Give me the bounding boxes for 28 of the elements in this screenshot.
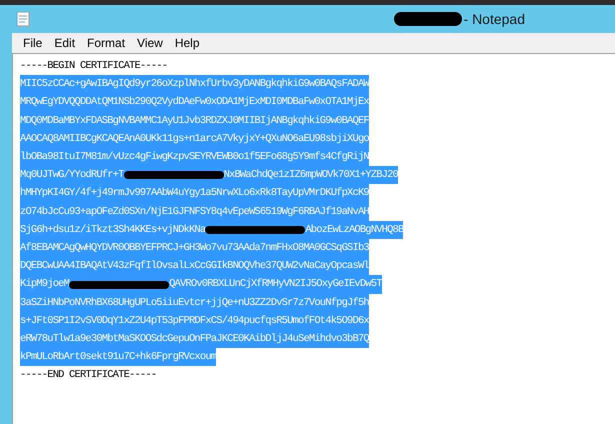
menu-item[interactable]: View: [133, 34, 167, 52]
certificate-header: -----BEGIN CERTIFICATE-----: [20, 60, 168, 72]
certificate-text: 3aSZiHNbPoNVRhBX68UHgUPLo5iiuEvtcr+jjQe+nU3ZZ2DvSr7z7VouNfpgJf5h: [20, 296, 369, 311]
certificate-text: eRW78uTlw1a9e30MbtMaSKOOSdcGepuOnFPaJKCE0KAibDljJ4uSeMihdvo3bB7Q: [20, 332, 369, 348]
certificate-text: zO74bJcCu93+apOFeZd0SXn/NjE1GJFNFSY8q4vEpeWS6519WgF6RBAJf19aNvAH: [20, 204, 369, 220]
menu-item[interactable]: File: [19, 34, 46, 52]
window-title: - Notepad: [464, 10, 525, 29]
certificate-text: Af8EBAMCAgQwHQYDVR0OBBYEFPRCJ+GH3Wo7vu73AAda7nmFHxO8MA0GCSqGSIb3: [20, 241, 369, 256]
menu-item[interactable]: Format: [83, 34, 130, 52]
certificate-text: NxBWaChdQe1zIZ6mpWOVk70X1+YZBJ20: [224, 168, 398, 184]
certificate-text: kPmULoRbArt0sekt91u7C+hk6FprgRVcxoum: [20, 350, 216, 366]
notepad-icon: [16, 11, 30, 27]
certificate-text: Mq0UJTwG/YYodRUfr+T: [20, 168, 124, 184]
certificate-text: QAVROv0RBXLUnCjXfRMHyVN2IJ5OxyGeIEvDw5T: [169, 277, 382, 292]
certificate-text: DQEBCwUAA4IBAQAtV43zFqfIlOvsalLxCcGGIkBNOQVhe37QUW2vNaCayOpcasWl: [20, 259, 369, 274]
menu-item[interactable]: Help: [170, 34, 204, 52]
menu-item[interactable]: Edit: [50, 34, 80, 52]
certificate-text: KipM9joeM: [20, 277, 70, 292]
certificate-text: SjG6h+dsu1z/iTkzt3Sh4KKEs+vjNDkKNa: [20, 222, 206, 238]
certificate-text: s+JFt0SP1I2vSV0DqY1xZ2U4pT53pFPRDFxCS/494pucfqsR5UmofFOt4k5O9D6x: [20, 314, 369, 329]
certificate-text: MRQwEgYDVQQDDAtQM1NSb290Q2VydDAeFw0xODA1MjExMDI0MDBaFw0xOTA1MjEx: [20, 95, 369, 110]
certificate-text: MDQ0MDBaMBYxFDASBgNVBAMMC1AyU1Jvb3RDZXJ0MIIBIjANBgkqhkiG9w0BAQEF: [20, 114, 369, 129]
certificate-text: MIIC5zCCAc+gAwIBAgIQd9yr26oXzplNhxfUrbv3yDANBgkqhkiG9w0BAQsFADAW: [20, 77, 369, 92]
certificate-footer: -----END CERTIFICATE-----: [20, 369, 156, 382]
certificate-text: AbozEwLzAOBgNVHQ8B: [305, 222, 404, 238]
certificate-text: AAOCAQ8AMIIBCgKCAQEAnA0UKk11gs+n1arcA7VkyjxY+QXuNO6aEU98sbjiXUgo: [20, 132, 369, 147]
certificate-text: lbOBa98ItuI7M81m/vUzc4gFiwgKzpvSEYRVEWB0o1f5EFo68g5Y9mfs4CfgRijN: [20, 150, 369, 166]
certificate-text: hMHYpKI4GY/4f+j49rmJv997AAbW4uYgy1a5NrwXLo6xRk8TayUpVMrDKUfpXcK9: [20, 186, 369, 202]
